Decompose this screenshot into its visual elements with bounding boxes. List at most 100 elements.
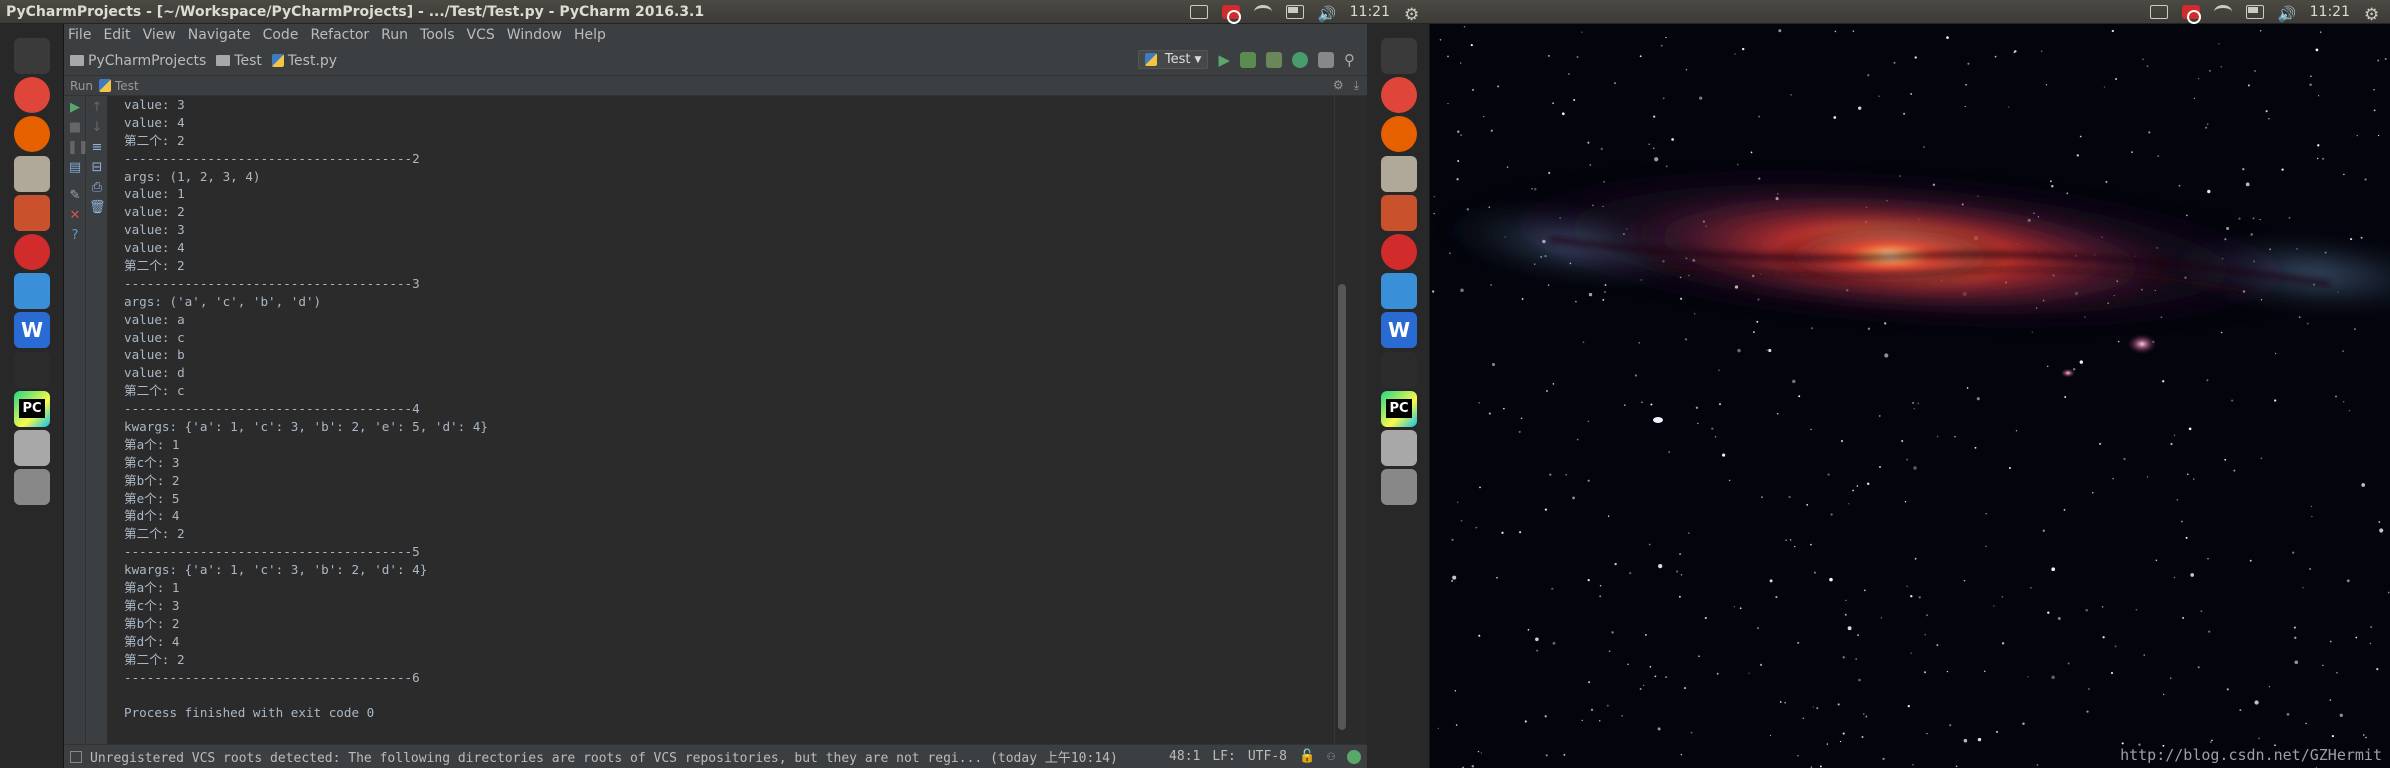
gear-icon[interactable]: ⚙ — [1333, 78, 1344, 93]
left-monitor: PyCharmProjects - [~/Workspace/PyCharmPr… — [0, 0, 1430, 768]
inspector-icon[interactable]: ⚇ — [1327, 749, 1335, 764]
menu-run[interactable]: Run — [381, 27, 408, 43]
run-console-output[interactable]: value: 3 value: 4 第二个: 2 ------------------… — [124, 96, 1334, 744]
run-icon[interactable]: ▶ — [1218, 51, 1230, 69]
watermark: http://blog.csdn.net/GZHermit — [2120, 746, 2382, 764]
menu-view[interactable]: View — [143, 27, 176, 43]
wps-icon: W — [1381, 312, 1417, 349]
menu-navigate[interactable]: Navigate — [188, 27, 251, 43]
dump-threads-icon[interactable]: ▤ — [67, 160, 83, 176]
chevron-down-icon: ▼ — [1194, 54, 1202, 65]
caret-position[interactable]: 48:1 — [1169, 749, 1200, 764]
clock[interactable]: 11:21 — [2310, 4, 2350, 20]
up-arrow-icon[interactable]: ↑ — [89, 100, 105, 116]
run-header-tools: ⚙ ⤓ — [1333, 78, 1359, 93]
python-file-icon — [99, 79, 112, 92]
console-line: args: (1, 2, 3, 4) — [124, 168, 261, 184]
run-tab-test[interactable]: Test — [115, 79, 139, 93]
rerun-icon[interactable]: ▶ — [67, 100, 83, 116]
stop-icon[interactable]: ■ — [67, 120, 83, 136]
lock-icon[interactable]: 🔓 — [1299, 749, 1315, 764]
console-line: value: 4 — [124, 240, 185, 256]
down-arrow-icon[interactable]: ↓ — [89, 120, 105, 136]
console-line: 第a个: 1 — [124, 580, 180, 596]
search-icon[interactable]: ⚲ — [1344, 51, 1355, 69]
console-line: value: d — [124, 365, 185, 381]
launcher-trash[interactable] — [6, 461, 58, 513]
menu-code[interactable]: Code — [263, 27, 299, 43]
menu-vcs[interactable]: VCS — [467, 27, 495, 43]
breadcrumb-label: PyCharmProjects — [88, 52, 207, 69]
debug-icon[interactable] — [1240, 51, 1256, 68]
file-encoding[interactable]: UTF-8 — [1248, 749, 1287, 764]
console-line: 第b个: 2 — [124, 472, 180, 488]
volume-icon[interactable]: 🔊 — [1318, 5, 1337, 23]
scrollbar-thumb[interactable] — [1338, 284, 1346, 730]
event-log-icon[interactable] — [70, 750, 82, 763]
menu-tools[interactable]: Tools — [420, 27, 455, 43]
trash-icon — [1381, 469, 1417, 506]
console-line: --------------------------------------6 — [124, 669, 420, 685]
gear-icon[interactable]: ⚙ — [2364, 5, 2382, 25]
battery-icon[interactable] — [2245, 5, 2264, 19]
status-message[interactable]: Unregistered VCS roots detected: The fol… — [90, 747, 1118, 766]
console-line: value: 3 — [124, 222, 185, 238]
hide-icon[interactable]: ⤓ — [1354, 78, 1359, 93]
gear-icon[interactable]: ⚙ — [1404, 5, 1422, 25]
coverage-icon[interactable] — [1266, 51, 1282, 68]
breadcrumb-folder[interactable]: Test — [216, 53, 262, 69]
console-line: 第二个: 2 — [124, 258, 185, 274]
breadcrumb-file[interactable]: Test.py — [271, 52, 338, 69]
launcher-secondary: W PC — [1367, 24, 1430, 768]
console-line: --------------------------------------4 — [124, 401, 420, 417]
menu-edit[interactable]: Edit — [103, 27, 130, 43]
status-bar: Unregistered VCS roots detected: The fol… — [64, 744, 1367, 768]
right-monitor: 🔊 11:21 ⚙ http://blog.csdn.net/GZHermit — [1430, 0, 2390, 768]
soft-wrap-icon[interactable]: ≡ — [89, 140, 105, 156]
keyboard-icon[interactable] — [2149, 5, 2168, 19]
wifi-icon[interactable] — [1253, 5, 1272, 19]
console-line: 第b个: 2 — [124, 615, 180, 631]
console-line: value: b — [124, 347, 185, 363]
menu-window[interactable]: Window — [507, 27, 562, 43]
run-config-select[interactable]: Test ▼ — [1137, 50, 1209, 69]
run-tool-header: Run Test ⚙ ⤓ — [64, 76, 1367, 96]
console-line: 第二个: 2 — [124, 132, 185, 148]
breadcrumb-project[interactable]: PyCharmProjects — [70, 53, 206, 69]
pin-icon[interactable]: ✎ — [67, 188, 83, 204]
line-separator[interactable]: LF: — [1212, 749, 1235, 764]
scroll-to-end-icon[interactable]: ⊟ — [89, 160, 105, 176]
clear-all-icon[interactable]: 🗑 — [89, 200, 106, 216]
system-tray-right: 🔊 11:21 ⚙ — [2149, 0, 2382, 25]
event-count-icon[interactable] — [1347, 749, 1361, 764]
python-file-icon — [1144, 53, 1157, 66]
breadcrumb-label: Test.py — [287, 52, 338, 69]
wifi-icon[interactable] — [2213, 5, 2232, 19]
help-icon[interactable]: ? — [67, 228, 83, 244]
console-line: --------------------------------------5 — [124, 544, 420, 560]
volume-icon[interactable]: 🔊 — [2278, 5, 2297, 23]
launcher-trash[interactable] — [1373, 461, 1425, 513]
print-icon[interactable]: ⎙ — [89, 180, 105, 196]
pause-icon[interactable]: ❚❚ — [67, 140, 89, 156]
status-widgets: 48:1 LF: UTF-8 🔓 ⚇ — [1163, 749, 1361, 764]
profile-icon[interactable] — [1292, 51, 1308, 68]
console-line: 第e个: 5 — [124, 490, 180, 506]
run-toolstrip-left: ▶ ■ ❚❚ ▤ ✎ ✕ ? — [64, 96, 89, 768]
console-line: --------------------------------------3 — [124, 275, 420, 291]
console-scrollbar[interactable] — [1334, 96, 1348, 744]
netease-music-icon[interactable] — [1221, 5, 1241, 24]
wps-label: W — [20, 318, 44, 343]
concurrency-icon[interactable] — [1318, 51, 1334, 68]
battery-icon[interactable] — [1285, 5, 1304, 19]
menu-help[interactable]: Help — [574, 27, 606, 43]
clock[interactable]: 11:21 — [1350, 4, 1390, 20]
netease-music-icon[interactable] — [2181, 5, 2201, 24]
keyboard-icon[interactable] — [1189, 5, 1208, 19]
menu-refactor[interactable]: Refactor — [310, 27, 369, 43]
menu-file[interactable]: File — [68, 27, 91, 43]
run-label: Run — [70, 78, 94, 93]
close-icon[interactable]: ✕ — [67, 208, 83, 224]
pycharm-window: File Edit View Navigate Code Refactor Run Tools… — [64, 24, 1367, 768]
